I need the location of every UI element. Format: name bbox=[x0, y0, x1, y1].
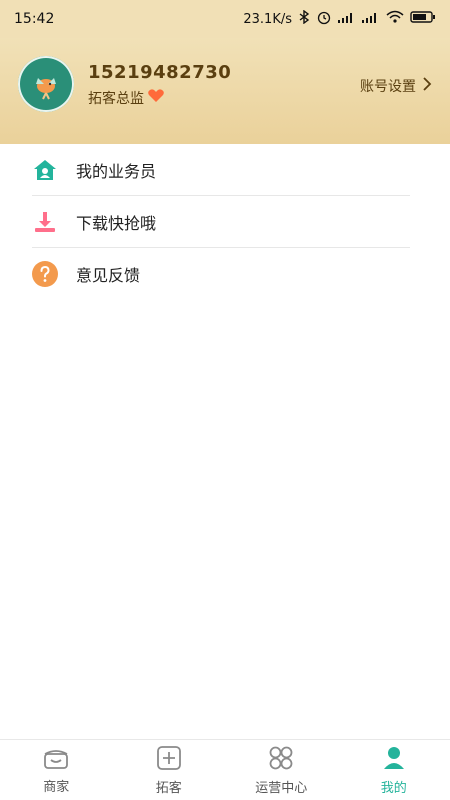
status-time: 15:42 bbox=[14, 11, 55, 27]
chevron-right-icon bbox=[422, 77, 432, 95]
user-phone: 15219482730 bbox=[88, 62, 232, 83]
alarm-icon bbox=[316, 9, 332, 29]
menu-item-salesman[interactable]: 我的业务员 bbox=[0, 144, 450, 196]
avatar[interactable] bbox=[18, 56, 74, 112]
tab-operation-center[interactable]: 运营中心 bbox=[225, 740, 338, 800]
account-settings-label: 账号设置 bbox=[360, 79, 416, 95]
network-speed: 23.1K/s bbox=[243, 11, 292, 27]
tab-merchant[interactable]: 商家 bbox=[0, 740, 113, 800]
download-icon bbox=[32, 209, 58, 235]
vip-heart-icon bbox=[148, 89, 164, 107]
tab-label: 我的 bbox=[380, 780, 407, 796]
plus-square-icon bbox=[156, 745, 182, 775]
person-icon bbox=[381, 745, 407, 775]
store-icon bbox=[42, 746, 70, 774]
menu-list: 我的业务员 下载快抢哦 意见反馈 bbox=[0, 144, 450, 300]
house-user-icon bbox=[32, 157, 58, 183]
status-indicators: 23.1K/s bbox=[243, 9, 436, 29]
tab-label: 商家 bbox=[43, 779, 70, 795]
profile-header: 15219482730 拓客总监 账号设置 bbox=[0, 38, 450, 144]
signal-icon bbox=[338, 11, 356, 27]
menu-item-label: 我的业务员 bbox=[76, 162, 157, 181]
question-icon bbox=[32, 261, 58, 287]
user-role: 拓客总监 bbox=[88, 88, 164, 108]
tab-label: 拓客 bbox=[155, 780, 182, 796]
tab-label: 运营中心 bbox=[255, 780, 308, 796]
menu-item-label: 意见反馈 bbox=[76, 266, 141, 285]
wifi-icon bbox=[386, 10, 404, 28]
bird-logo-icon bbox=[36, 78, 56, 100]
status-bar: 15:42 23.1K/s bbox=[0, 0, 450, 38]
menu-item-download[interactable]: 下载快抢哦 bbox=[0, 196, 450, 248]
bottom-tabbar: 商家 拓客 运营中心 我的 bbox=[0, 739, 450, 800]
tab-mine[interactable]: 我的 bbox=[338, 740, 450, 800]
role-label: 拓客总监 bbox=[88, 91, 144, 107]
tab-expand[interactable]: 拓客 bbox=[113, 740, 226, 800]
hd-signal-icon bbox=[362, 11, 380, 27]
menu-item-label: 下载快抢哦 bbox=[76, 214, 157, 233]
account-settings-button[interactable]: 账号设置 bbox=[360, 76, 432, 96]
battery-icon bbox=[410, 10, 436, 28]
grid-icon bbox=[268, 745, 294, 775]
bluetooth-icon bbox=[298, 9, 310, 28]
menu-item-feedback[interactable]: 意见反馈 bbox=[0, 248, 450, 300]
